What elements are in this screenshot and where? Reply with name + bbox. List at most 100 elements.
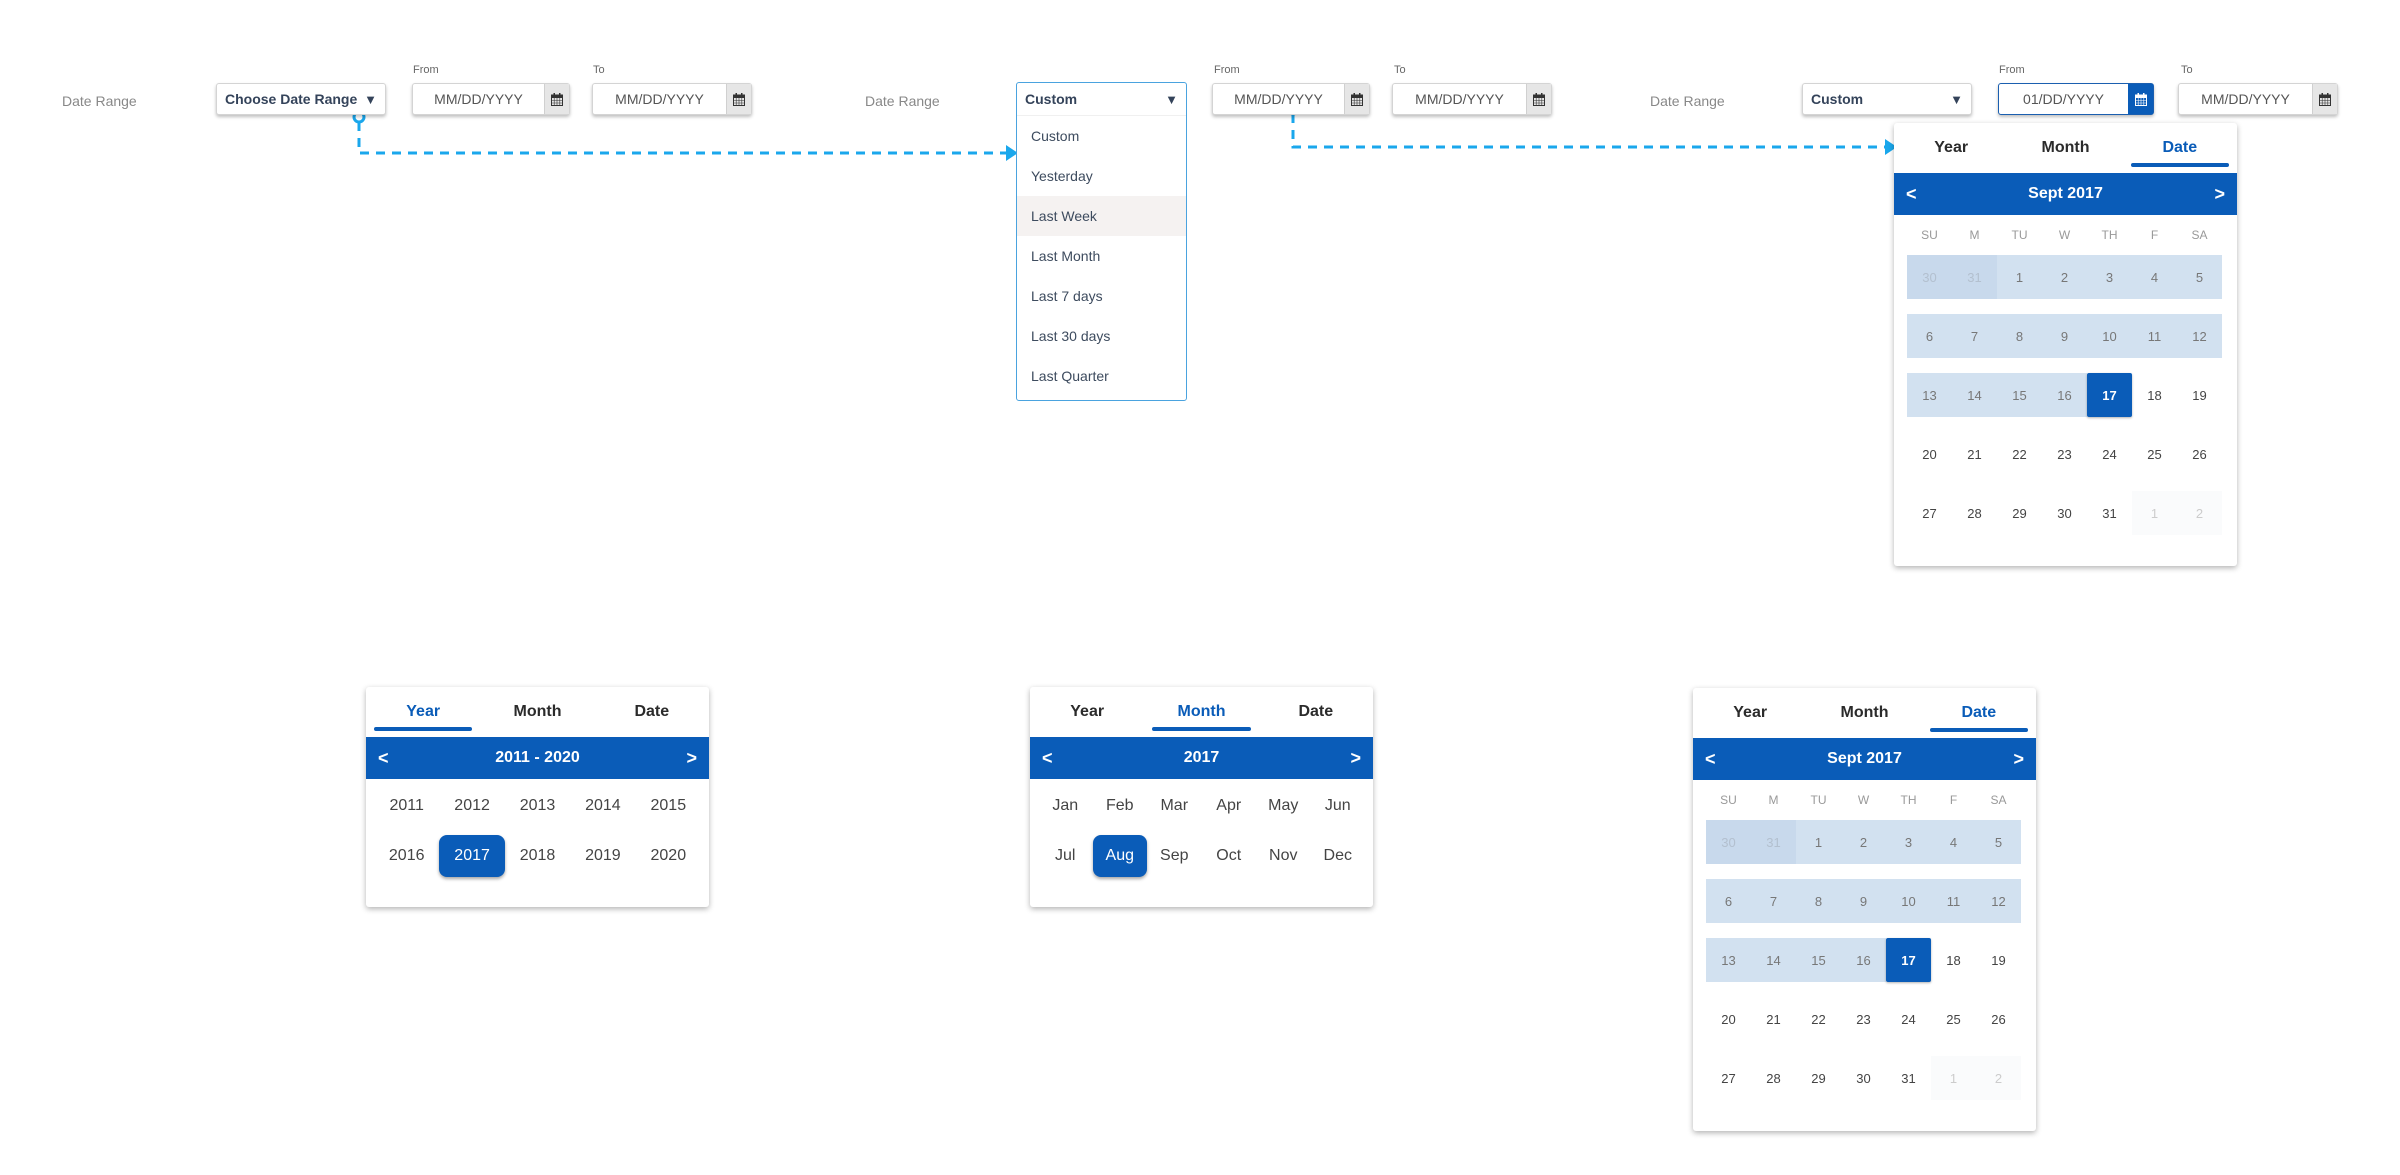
day-cell[interactable]: 27 [1907, 491, 1952, 535]
day-cell[interactable]: 3 [1886, 820, 1931, 864]
month-cell[interactable]: Sep [1147, 835, 1202, 877]
calendar-icon[interactable] [2128, 84, 2153, 114]
day-cell[interactable]: 31 [1886, 1056, 1931, 1100]
day-cell[interactable]: 31 [2087, 491, 2132, 535]
day-cell[interactable]: 9 [1841, 879, 1886, 923]
day-cell[interactable]: 1 [1931, 1056, 1976, 1100]
from-date-input[interactable]: 01/DD/YYYY [1998, 83, 2154, 115]
day-cell[interactable]: 2 [1841, 820, 1886, 864]
dropdown-option[interactable]: Last Quarter [1017, 356, 1186, 396]
next-arrow-icon[interactable]: > [1350, 748, 1361, 769]
day-cell[interactable]: 1 [1796, 820, 1841, 864]
month-cell[interactable]: May [1256, 785, 1311, 827]
day-cell[interactable]: 28 [1952, 491, 1997, 535]
day-cell[interactable]: 29 [1997, 491, 2042, 535]
day-cell[interactable]: 19 [1976, 938, 2021, 982]
tab-month[interactable]: Month [1144, 687, 1258, 737]
to-date-value[interactable]: MM/DD/YYYY [593, 84, 726, 114]
day-cell[interactable]: 13 [1706, 938, 1751, 982]
day-cell[interactable]: 30 [1841, 1056, 1886, 1100]
day-cell[interactable]: 11 [1931, 879, 1976, 923]
day-cell[interactable]: 1 [2132, 491, 2177, 535]
tab-month[interactable]: Month [480, 687, 594, 737]
prev-arrow-icon[interactable]: < [1042, 748, 1053, 769]
month-cell[interactable]: Dec [1311, 835, 1366, 877]
from-date-value[interactable]: MM/DD/YYYY [1213, 84, 1344, 114]
month-cell[interactable]: Mar [1147, 785, 1202, 827]
from-date-input[interactable]: MM/DD/YYYY [412, 83, 570, 115]
day-cell[interactable]: 12 [1976, 879, 2021, 923]
day-cell[interactable]: 1 [1997, 255, 2042, 299]
day-cell[interactable]: 31 [1952, 255, 1997, 299]
year-cell[interactable]: 2020 [636, 835, 701, 877]
day-cell[interactable]: 26 [1976, 997, 2021, 1041]
next-arrow-icon[interactable]: > [2214, 184, 2225, 205]
day-cell[interactable]: 15 [1796, 938, 1841, 982]
day-cell[interactable]: 2 [2042, 255, 2087, 299]
calendar-icon[interactable] [1526, 84, 1551, 114]
day-cell[interactable]: 29 [1796, 1056, 1841, 1100]
prev-arrow-icon[interactable]: < [378, 748, 389, 769]
next-arrow-icon[interactable]: > [686, 748, 697, 769]
from-date-input[interactable]: MM/DD/YYYY [1212, 83, 1370, 115]
prev-arrow-icon[interactable]: < [1705, 749, 1716, 770]
day-cell[interactable]: 30 [2042, 491, 2087, 535]
tab-year[interactable]: Year [1030, 687, 1144, 737]
tab-date[interactable]: Date [2123, 123, 2237, 173]
day-cell[interactable]: 25 [1931, 997, 1976, 1041]
year-cell[interactable]: 2019 [570, 835, 635, 877]
day-cell[interactable]: 24 [1886, 997, 1931, 1041]
to-date-input[interactable]: MM/DD/YYYY [1392, 83, 1552, 115]
calendar-icon[interactable] [726, 84, 751, 114]
day-cell[interactable]: 14 [1952, 373, 1997, 417]
day-cell[interactable]: 10 [1886, 879, 1931, 923]
day-cell[interactable]: 16 [2042, 373, 2087, 417]
month-cell[interactable]: Nov [1256, 835, 1311, 877]
day-cell[interactable]: 4 [1931, 820, 1976, 864]
dropdown-option[interactable]: Yesterday [1017, 156, 1186, 196]
to-date-input[interactable]: MM/DD/YYYY [2178, 83, 2338, 115]
day-cell[interactable]: 5 [2177, 255, 2222, 299]
day-cell[interactable]: 27 [1706, 1056, 1751, 1100]
day-cell[interactable]: 18 [1931, 938, 1976, 982]
to-date-input[interactable]: MM/DD/YYYY [592, 83, 752, 115]
day-cell[interactable]: 22 [1997, 432, 2042, 476]
month-cell[interactable]: Aug [1092, 835, 1147, 877]
day-cell[interactable]: 20 [1706, 997, 1751, 1041]
day-cell[interactable]: 10 [2087, 314, 2132, 358]
year-cell[interactable]: 2014 [570, 785, 635, 827]
day-cell[interactable]: 7 [1751, 879, 1796, 923]
year-cell[interactable]: 2012 [439, 785, 504, 827]
dropdown-option[interactable]: Last Month [1017, 236, 1186, 276]
tab-year[interactable]: Year [1894, 123, 2008, 173]
month-cell[interactable]: Jul [1038, 835, 1093, 877]
dropdown-option[interactable]: Last 7 days [1017, 276, 1186, 316]
month-cell[interactable]: Feb [1093, 785, 1148, 827]
day-cell[interactable]: 2 [2177, 491, 2222, 535]
date-range-select[interactable]: Choose Date Range ▼ [216, 83, 386, 115]
dropdown-option[interactable]: Last Week [1017, 196, 1186, 236]
day-cell[interactable]: 8 [1796, 879, 1841, 923]
day-cell[interactable]: 3 [2087, 255, 2132, 299]
day-cell[interactable]: 22 [1796, 997, 1841, 1041]
tab-month[interactable]: Month [2008, 123, 2122, 173]
calendar-icon[interactable] [1344, 84, 1369, 114]
date-range-select[interactable]: Custom ▼ [1802, 83, 1972, 115]
day-cell[interactable]: 4 [2132, 255, 2177, 299]
day-cell[interactable]: 5 [1976, 820, 2021, 864]
prev-arrow-icon[interactable]: < [1906, 184, 1917, 205]
day-cell[interactable]: 30 [1706, 820, 1751, 864]
from-date-value[interactable]: MM/DD/YYYY [413, 84, 544, 114]
day-cell[interactable]: 18 [2132, 373, 2177, 417]
year-cell[interactable]: 2015 [636, 785, 701, 827]
tab-date[interactable]: Date [595, 687, 709, 737]
day-cell[interactable]: 21 [1952, 432, 1997, 476]
day-cell[interactable]: 9 [2042, 314, 2087, 358]
calendar-icon[interactable] [544, 84, 569, 114]
day-cell[interactable]: 17 [2087, 373, 2132, 417]
tab-year[interactable]: Year [1693, 688, 1807, 738]
day-cell[interactable]: 19 [2177, 373, 2222, 417]
month-cell[interactable]: Apr [1202, 785, 1257, 827]
year-cell[interactable]: 2018 [505, 835, 570, 877]
calendar-icon[interactable] [2312, 84, 2337, 114]
